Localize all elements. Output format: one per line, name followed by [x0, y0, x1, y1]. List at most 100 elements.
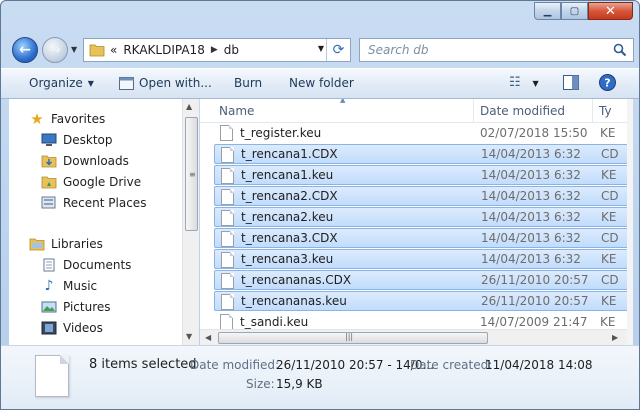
file-row[interactable]: t_rencananas.CDX 26/11/2010 20:57 CD	[214, 270, 627, 290]
arrow-right-icon: →	[49, 42, 61, 58]
scrollbar-thumb[interactable]: |||	[218, 332, 488, 344]
star-icon: ★	[30, 110, 44, 128]
breadcrumb-item-rkakldipa18[interactable]: RKAKLDIPA18	[123, 43, 205, 57]
address-bar[interactable]: « RKAKLDIPA18 ▶ db ▼ ⟳	[83, 38, 351, 62]
caption-buttons: ▁ ▢ ✕	[534, 2, 633, 20]
breadcrumb-item-db[interactable]: db	[224, 43, 239, 57]
maximize-button[interactable]: ▢	[561, 2, 588, 20]
file-date: 14/04/2013 6:32	[481, 189, 581, 203]
close-button[interactable]: ✕	[588, 2, 633, 20]
column-type[interactable]: Ty	[599, 104, 612, 118]
chevron-right-icon[interactable]: ▶	[211, 45, 218, 55]
scroll-up-icon[interactable]: ▲	[186, 102, 192, 111]
sidebar-item-desktop[interactable]: Desktop	[41, 130, 113, 150]
file-date: 14/04/2013 6:32	[481, 252, 581, 266]
command-bar: Organize ▼ Open with... Burn New folder …	[1, 68, 639, 99]
sidebar-label: Google Drive	[63, 175, 142, 189]
file-list-vertical-scrollbar[interactable]	[627, 99, 633, 345]
documents-icon	[41, 257, 57, 273]
details-pane: 8 items selected Date modified: 26/11/20…	[1, 345, 639, 409]
sidebar-item-favorites[interactable]: ★ Favorites	[29, 109, 105, 129]
application-icon	[119, 76, 134, 90]
minimize-button[interactable]: ▁	[534, 2, 561, 20]
folder-icon	[89, 44, 105, 57]
sidebar-item-google-drive[interactable]: Google Drive	[41, 172, 141, 192]
file-icon	[221, 210, 234, 226]
maximize-icon: ▢	[569, 5, 580, 17]
sidebar-item-pictures[interactable]: Pictures	[41, 297, 111, 317]
videos-icon	[41, 320, 57, 336]
back-button[interactable]: ←	[12, 37, 38, 63]
new-folder-button[interactable]: New folder	[289, 76, 354, 90]
file-list-horizontal-scrollbar[interactable]: ◀ ||| ▶	[200, 329, 627, 345]
recent-pages-dropdown[interactable]: ▼	[71, 45, 77, 54]
file-icon	[221, 273, 234, 289]
change-view-button[interactable]: ☷ ▼	[509, 75, 539, 90]
file-name: t_rencana1.keu	[241, 168, 334, 182]
file-name: t_rencana3.keu	[241, 252, 334, 266]
file-name: t_register.keu	[240, 126, 322, 140]
organize-button[interactable]: Organize ▼	[29, 76, 94, 90]
file-date: 26/11/2010 20:57	[481, 273, 589, 287]
breadcrumb-overflow[interactable]: «	[110, 43, 117, 57]
file-row[interactable]: t_rencana3.keu 14/04/2013 6:32 KE	[214, 249, 627, 269]
sidebar-item-documents[interactable]: Documents	[41, 255, 131, 275]
file-row[interactable]: t_register.keu 02/07/2018 15:50 KE	[214, 123, 627, 143]
column-date-modified[interactable]: Date modified	[480, 104, 565, 118]
scroll-right-icon[interactable]: ▶	[612, 333, 618, 342]
sort-ascending-icon: ▲	[340, 99, 346, 104]
scroll-left-icon[interactable]: ◀	[205, 333, 211, 342]
svg-text:?: ?	[604, 77, 610, 90]
preview-pane-icon	[563, 75, 579, 90]
file-type: CD	[601, 147, 619, 161]
search-input[interactable]: Search db	[359, 38, 634, 62]
file-type: KE	[601, 252, 617, 266]
sidebar-label: Documents	[63, 258, 132, 272]
music-icon: ♪	[44, 278, 54, 294]
forward-button[interactable]: →	[42, 37, 68, 63]
preview-pane-button[interactable]	[563, 75, 579, 93]
file-type: CD	[601, 231, 619, 245]
scroll-down-icon[interactable]: ▼	[186, 332, 192, 341]
file-icon	[220, 125, 233, 141]
file-row[interactable]: t_rencana1.keu 14/04/2013 6:32 KE	[214, 165, 627, 185]
sidebar-item-downloads[interactable]: Downloads	[41, 151, 129, 171]
file-row[interactable]: t_rencana2.keu 14/04/2013 6:32 KE	[214, 207, 627, 227]
grip-icon: ≡	[189, 170, 196, 179]
downloads-folder-icon	[41, 153, 57, 169]
sidebar-item-videos[interactable]: Videos	[41, 318, 103, 338]
file-name: t_sandi.keu	[240, 315, 309, 329]
file-thumbnail-icon	[35, 355, 69, 397]
recent-places-icon	[41, 195, 57, 211]
refresh-button[interactable]: ⟳	[326, 39, 350, 61]
burn-button[interactable]: Burn	[234, 76, 262, 90]
sidebar-label: Favorites	[51, 112, 106, 126]
search-icon[interactable]	[613, 43, 627, 57]
explorer-window: ▁ ▢ ✕ ← → ▼ « RKAKLDIPA18 ▶ db ▼ ⟳ Searc…	[0, 0, 640, 410]
file-row[interactable]: t_rencana2.CDX 14/04/2013 6:32 CD	[214, 186, 627, 206]
column-name[interactable]: Name	[219, 104, 254, 118]
help-button[interactable]: ?	[599, 74, 616, 94]
scrollbar-thumb[interactable]: ≡	[185, 117, 198, 231]
file-row[interactable]: t_sandi.keu 14/07/2009 21:47 KE	[214, 312, 627, 329]
file-date: 26/11/2010 20:57	[481, 294, 589, 308]
sidebar-item-music[interactable]: ♪ Music	[41, 276, 98, 296]
file-row[interactable]: t_rencana3.CDX 14/04/2013 6:32 CD	[214, 228, 627, 248]
chevron-down-icon: ▼	[532, 79, 539, 88]
file-date: 14/04/2013 6:32	[481, 147, 581, 161]
file-row[interactable]: t_rencananas.keu 26/11/2010 20:57 KE	[214, 291, 627, 311]
column-divider[interactable]	[473, 99, 474, 123]
sidebar-label: Libraries	[51, 237, 103, 251]
file-icon	[221, 294, 234, 310]
column-divider[interactable]	[592, 99, 593, 123]
open-with-button[interactable]: Open with...	[119, 76, 212, 90]
sidebar-item-recent-places[interactable]: Recent Places	[41, 193, 146, 213]
sidebar-label: Pictures	[63, 300, 111, 314]
file-row[interactable]: t_rencana1.CDX 14/04/2013 6:32 CD	[214, 144, 627, 164]
file-name: t_rencana2.CDX	[241, 189, 338, 203]
sidebar-item-libraries[interactable]: Libraries	[29, 234, 103, 254]
burn-label: Burn	[234, 76, 263, 90]
file-type: KE	[600, 126, 616, 140]
navigation-pane-scrollbar[interactable]: ▲ ≡ ▼	[182, 99, 199, 345]
address-history-dropdown[interactable]: ▼	[318, 44, 324, 53]
